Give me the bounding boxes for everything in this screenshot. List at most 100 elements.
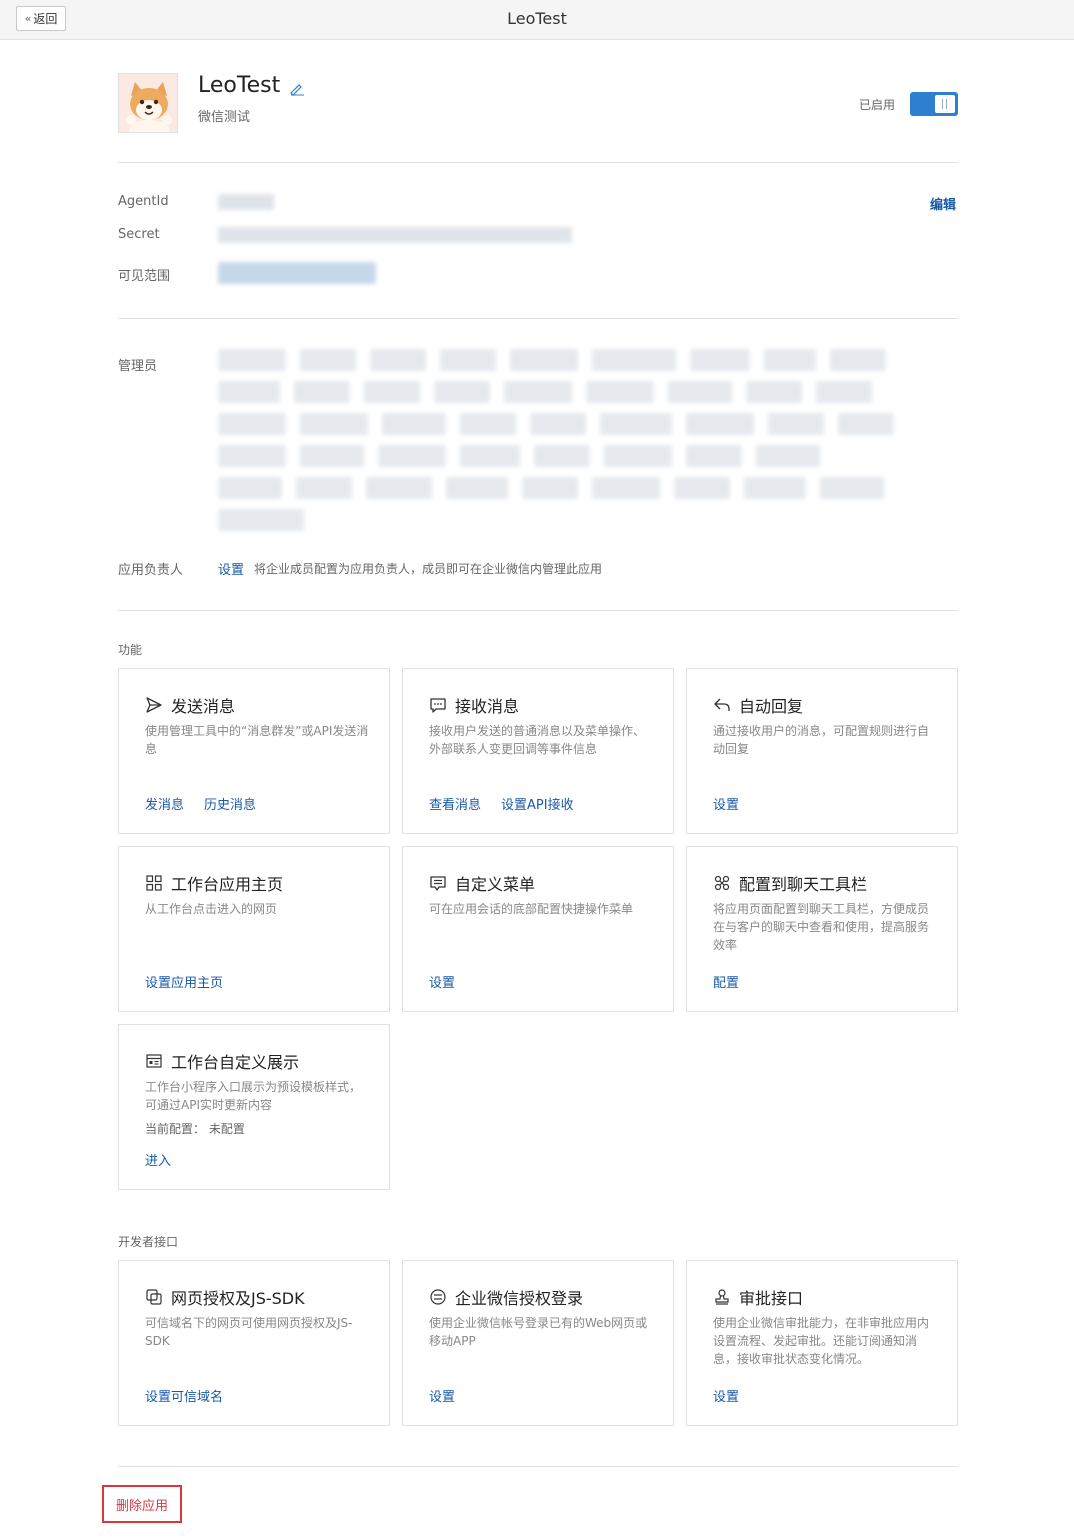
features-section-title: 功能 <box>118 643 143 657</box>
owner-set-link[interactable]: 设置 <box>218 559 244 578</box>
developer-section-title: 开发者接口 <box>118 1235 179 1249</box>
card-chat-toolbar: 配置到聊天工具栏 将应用页面配置到聊天工具栏，方便成员在与客户的聊天中查看和使用… <box>686 846 958 1012</box>
secret-value-redacted <box>218 227 572 243</box>
admin-chip-redacted <box>600 413 672 435</box>
card-description: 将应用页面配置到聊天工具栏，方便成员在与客户的聊天中查看和使用，提高服务效率 <box>713 902 930 952</box>
divider <box>118 1466 958 1467</box>
set-homepage-link[interactable]: 设置应用主页 <box>145 972 223 991</box>
divider <box>118 610 958 611</box>
admin-chip-redacted <box>218 509 304 531</box>
approval-settings-link[interactable]: 设置 <box>713 1386 739 1405</box>
card-title: 工作台自定义展示 <box>171 1053 300 1072</box>
admin-chip-redacted <box>378 445 446 467</box>
edit-link[interactable]: 编辑 <box>930 194 956 213</box>
admin-chip-redacted <box>460 445 520 467</box>
card-description: 使用企业微信帐号登录已有的Web网页或移动APP <box>429 1316 648 1348</box>
custom-menu-settings-link[interactable]: 设置 <box>429 972 455 991</box>
status-label: 已启用 <box>859 98 896 112</box>
admin-chip-redacted <box>586 381 654 403</box>
dashboard-icon <box>146 1054 162 1068</box>
edit-pencil-icon[interactable] <box>289 80 305 96</box>
admin-chip-redacted <box>744 477 806 499</box>
admin-chip-redacted <box>686 413 754 435</box>
admin-chip-redacted <box>218 477 282 499</box>
admin-chip-redacted <box>218 349 286 371</box>
admin-chip-redacted <box>592 349 676 371</box>
admin-chip-redacted <box>592 477 660 499</box>
set-api-receive-link[interactable]: 设置API接收 <box>501 794 574 813</box>
view-messages-link[interactable]: 查看消息 <box>429 794 481 813</box>
card-description: 接收用户发送的普通消息以及菜单操作、外部联系人变更回调等事件信息 <box>429 724 646 756</box>
wecom-login-settings-link[interactable]: 设置 <box>429 1386 455 1405</box>
admin-chip-redacted <box>300 349 356 371</box>
admin-chip-redacted <box>838 413 894 435</box>
agentid-label: AgentId <box>118 194 169 209</box>
admin-chip-redacted <box>218 445 286 467</box>
enter-link[interactable]: 进入 <box>145 1150 171 1169</box>
card-description: 可信域名下的网页可使用网页授权及JS-SDK <box>145 1316 353 1348</box>
window-title: LeoTest <box>507 9 567 28</box>
card-title: 网页授权及JS-SDK <box>171 1289 305 1308</box>
card-description: 使用企业微信审批能力，在非审批应用内设置流程、发起审批。还能订阅通知消息，接收审… <box>713 1316 930 1366</box>
admin-chip-redacted <box>668 381 732 403</box>
admin-chip-redacted <box>440 349 496 371</box>
reply-icon <box>714 698 730 711</box>
card-title: 自动回复 <box>739 697 804 716</box>
admin-chip-redacted <box>830 349 886 371</box>
toggle-knob <box>935 95 955 113</box>
admin-chip-redacted <box>530 413 586 435</box>
card-title: 企业微信授权登录 <box>455 1289 584 1308</box>
card-workbench-custom-display: 工作台自定义展示 工作台小程序入口展示为预设模板样式，可通过API实时更新内容 … <box>118 1024 390 1190</box>
admin-chip-redacted <box>300 413 368 435</box>
visible-range-value-redacted <box>218 262 376 284</box>
admin-chip-redacted <box>218 381 280 403</box>
chat-toolbar-configure-link[interactable]: 配置 <box>713 972 739 991</box>
card-send-message: 发送消息 使用管理工具中的“消息群发”或API发送消息 发消息 历史消息 <box>118 668 390 834</box>
card-workbench-homepage: 工作台应用主页 从工作台点击进入的网页 设置应用主页 <box>118 846 390 1012</box>
admin-chip-redacted <box>604 445 672 467</box>
admin-chip-redacted <box>690 349 750 371</box>
admin-chip-redacted <box>820 477 884 499</box>
card-title: 配置到聊天工具栏 <box>739 875 868 894</box>
card-receive-message: 接收消息 接收用户发送的普通消息以及菜单操作、外部联系人变更回调等事件信息 查看… <box>402 668 674 834</box>
grid-icon <box>146 875 162 891</box>
web-auth-icon <box>146 1289 162 1305</box>
auto-reply-settings-link[interactable]: 设置 <box>713 794 739 813</box>
admin-chip-redacted <box>364 381 420 403</box>
card-title: 工作台应用主页 <box>171 875 284 894</box>
toolbar-icon <box>714 875 730 891</box>
delete-app-button[interactable]: 删除应用 <box>102 1485 182 1523</box>
card-web-auth-jssdk: 网页授权及JS-SDK 可信域名下的网页可使用网页授权及JS-SDK 设置可信域… <box>118 1260 390 1426</box>
admin-chip-redacted <box>674 477 730 499</box>
divider <box>118 318 958 319</box>
app-description: 微信测试 <box>198 110 251 125</box>
card-description: 可在应用会话的底部配置快捷操作菜单 <box>429 902 634 916</box>
send-icon <box>146 697 162 713</box>
admin-chip-redacted <box>218 413 286 435</box>
card-title: 自定义菜单 <box>455 875 536 894</box>
card-description: 通过接收用户的消息，可配置规则进行自动回复 <box>713 724 930 756</box>
card-title: 审批接口 <box>739 1289 804 1308</box>
card-title: 接收消息 <box>455 697 520 716</box>
owner-label: 应用负责人 <box>118 563 184 578</box>
enable-toggle[interactable] <box>910 92 958 116</box>
card-description: 使用管理工具中的“消息群发”或API发送消息 <box>145 724 369 756</box>
menu-icon <box>430 876 446 891</box>
admin-chip-redacted <box>756 445 820 467</box>
shiba-dog-icon <box>119 74 177 132</box>
card-description: 工作台小程序入口展示为预设模板样式，可通过API实时更新内容 <box>145 1080 362 1112</box>
agentid-value-redacted <box>218 194 274 210</box>
admin-chip-redacted <box>382 413 446 435</box>
card-title: 发送消息 <box>171 697 236 716</box>
set-trusted-domain-link[interactable]: 设置可信域名 <box>145 1386 223 1405</box>
admin-list <box>218 349 908 531</box>
history-messages-link[interactable]: 历史消息 <box>204 794 256 813</box>
admin-chip-redacted <box>296 477 352 499</box>
secret-label: Secret <box>118 227 160 242</box>
admin-chip-redacted <box>370 349 426 371</box>
send-message-link[interactable]: 发消息 <box>145 794 184 813</box>
card-approval-api: 审批接口 使用企业微信审批能力，在非审批应用内设置流程、发起审批。还能订阅通知消… <box>686 1260 958 1426</box>
current-config-status: 当前配置： 未配置 <box>145 1122 245 1136</box>
admin-chip-redacted <box>460 413 516 435</box>
admin-chip-redacted <box>746 381 802 403</box>
